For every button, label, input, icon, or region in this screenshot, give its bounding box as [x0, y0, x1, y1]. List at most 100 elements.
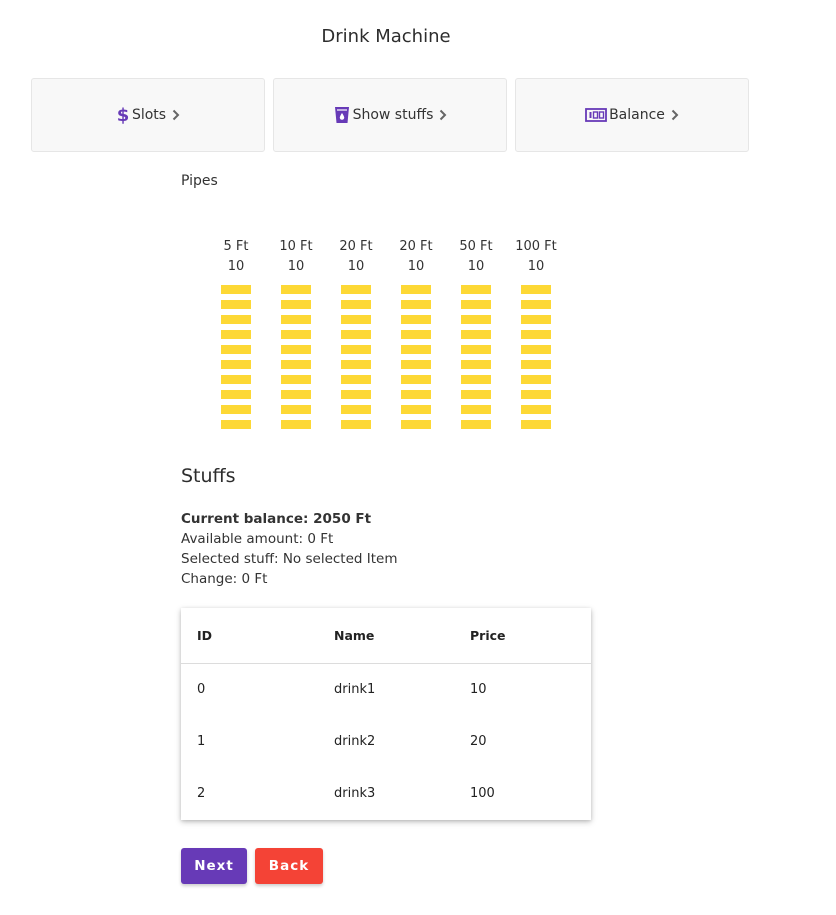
coin-bar — [401, 390, 431, 399]
pipe-name: 20 Ft — [339, 239, 373, 254]
current-balance: Current balance: 2050 Ft — [181, 511, 372, 527]
coin-bar — [341, 420, 371, 429]
pipe-count: 10 — [527, 259, 545, 274]
pipes-label: Pipes — [181, 173, 218, 189]
coin-bar — [521, 315, 551, 324]
coin-bar — [401, 405, 431, 414]
coin-bar — [401, 345, 431, 354]
coin-bar — [461, 345, 491, 354]
stuffs-table-card: ID Name Price 0 drink1 10 1 drink2 20 2 … — [181, 608, 591, 820]
coin-bar — [401, 315, 431, 324]
coin-stack — [341, 285, 371, 429]
coin-bar — [461, 375, 491, 384]
coin-bar — [461, 285, 491, 294]
cell-price: 20 — [470, 733, 487, 749]
coin-bar — [221, 405, 251, 414]
coin-bar — [461, 300, 491, 309]
column-header-name: Name — [334, 608, 470, 664]
pipe-count: 10 — [467, 259, 485, 274]
coin-bar — [221, 330, 251, 339]
coin-bar — [461, 405, 491, 414]
chevron-right-icon — [671, 109, 679, 121]
coin-bar — [221, 300, 251, 309]
pipe-count: 10 — [347, 259, 365, 274]
coin-stack — [221, 285, 251, 429]
pipe-name: 10 Ft — [279, 239, 313, 254]
coin-bar — [521, 420, 551, 429]
coin-bar — [461, 315, 491, 324]
pipe-name: 100 Ft — [515, 239, 557, 254]
page-title: Drink Machine — [321, 26, 451, 47]
coin-bar — [461, 330, 491, 339]
stuffs-heading: Stuffs — [181, 465, 236, 487]
cell-name: drink2 — [334, 733, 376, 749]
cell-id: 0 — [197, 681, 206, 697]
coin-stack — [521, 285, 551, 429]
coin-bar — [521, 360, 551, 369]
next-button[interactable]: Next — [181, 848, 247, 884]
coin-stack — [401, 285, 431, 429]
pipe-count: 10 — [407, 259, 425, 274]
coin-bar — [341, 360, 371, 369]
coin-bar — [461, 390, 491, 399]
chevron-right-icon — [172, 109, 180, 121]
coin-bar — [221, 420, 251, 429]
coins-icon — [585, 107, 607, 123]
pipe-column: 5 Ft 10 — [206, 238, 266, 435]
nav-show-stuffs[interactable]: Show stuffs — [273, 78, 507, 152]
selected-stuff: Selected stuff: No selected Item — [181, 551, 398, 567]
coin-bar — [521, 390, 551, 399]
coin-bar — [401, 420, 431, 429]
pipe-column: 20 Ft 10 — [326, 238, 386, 435]
coin-stack — [281, 285, 311, 429]
stuffs-table: ID Name Price 0 drink1 10 1 drink2 20 2 … — [181, 608, 591, 819]
coin-bar — [221, 345, 251, 354]
nav-balance[interactable]: Balance — [515, 78, 749, 152]
coin-bar — [281, 405, 311, 414]
coin-bar — [401, 375, 431, 384]
coin-bar — [281, 375, 311, 384]
coin-bar — [461, 360, 491, 369]
pipe-name: 5 Ft — [223, 239, 249, 254]
coin-bar — [521, 375, 551, 384]
cell-price: 100 — [470, 785, 495, 801]
cell-id: 2 — [197, 785, 206, 801]
cup-icon — [333, 105, 351, 125]
coin-bar — [221, 390, 251, 399]
coin-bar — [401, 360, 431, 369]
coin-bar — [461, 420, 491, 429]
coin-bar — [521, 330, 551, 339]
pipe-name: 20 Ft — [399, 239, 433, 254]
coin-bar — [401, 285, 431, 294]
back-button[interactable]: Back — [255, 848, 323, 884]
pipe-column: 20 Ft 10 — [386, 238, 446, 435]
nav-label: Balance — [609, 107, 665, 123]
pipe-count: 10 — [287, 259, 305, 274]
coin-bar — [341, 300, 371, 309]
coin-bar — [521, 345, 551, 354]
table-row[interactable]: 2 drink3 100 — [181, 767, 591, 819]
pipe-column: 10 Ft 10 — [266, 238, 326, 435]
cell-price: 10 — [470, 681, 487, 697]
coin-bar — [521, 300, 551, 309]
balance-info: Current balance: 2050 Ft Available amoun… — [181, 509, 398, 589]
coin-bar — [281, 315, 311, 324]
table-row[interactable]: 1 drink2 20 — [181, 715, 591, 767]
column-header-price: Price — [470, 608, 591, 664]
coin-bar — [341, 330, 371, 339]
coin-bar — [281, 285, 311, 294]
coin-bar — [341, 345, 371, 354]
change-amount: Change: 0 Ft — [181, 571, 268, 587]
coin-bar — [281, 390, 311, 399]
column-header-id: ID — [181, 608, 334, 664]
table-row[interactable]: 0 drink1 10 — [181, 663, 591, 715]
coin-bar — [281, 360, 311, 369]
cell-name: drink1 — [334, 681, 376, 697]
coin-bar — [401, 300, 431, 309]
coin-bar — [341, 405, 371, 414]
pipe-count: 10 — [227, 259, 245, 274]
pipe-column: 100 Ft 10 — [506, 238, 566, 435]
coin-bar — [341, 390, 371, 399]
dollar-icon: $ — [116, 105, 130, 125]
nav-slots[interactable]: $ Slots — [31, 78, 265, 152]
